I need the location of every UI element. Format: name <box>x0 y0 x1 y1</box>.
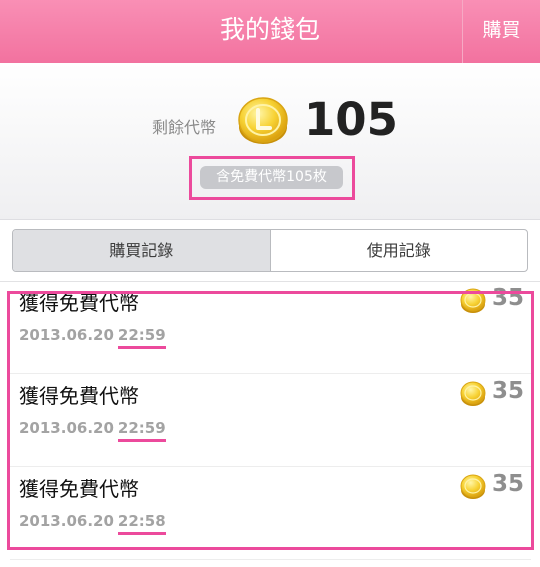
page-title: 我的錢包 <box>219 15 320 44</box>
remaining-coins-label: 剩餘代幣 <box>152 118 217 137</box>
free-coins-badge: 含免費代幣105枚 <box>200 166 343 189</box>
coin-icon <box>238 97 288 144</box>
tab-purchase-history[interactable]: 購買記錄 <box>13 230 271 271</box>
buy-button[interactable]: 購買 <box>462 0 540 63</box>
coin-balance: 105 <box>304 93 398 146</box>
records-highlight <box>7 291 534 550</box>
wallet-summary: 剩餘代幣 105 含免費代幣105枚 <box>0 63 540 220</box>
record-tabs: 購買記錄 使用記錄 <box>12 229 528 272</box>
tab-usage-history[interactable]: 使用記錄 <box>271 230 528 271</box>
free-coins-highlight: 含免費代幣105枚 <box>189 156 355 200</box>
